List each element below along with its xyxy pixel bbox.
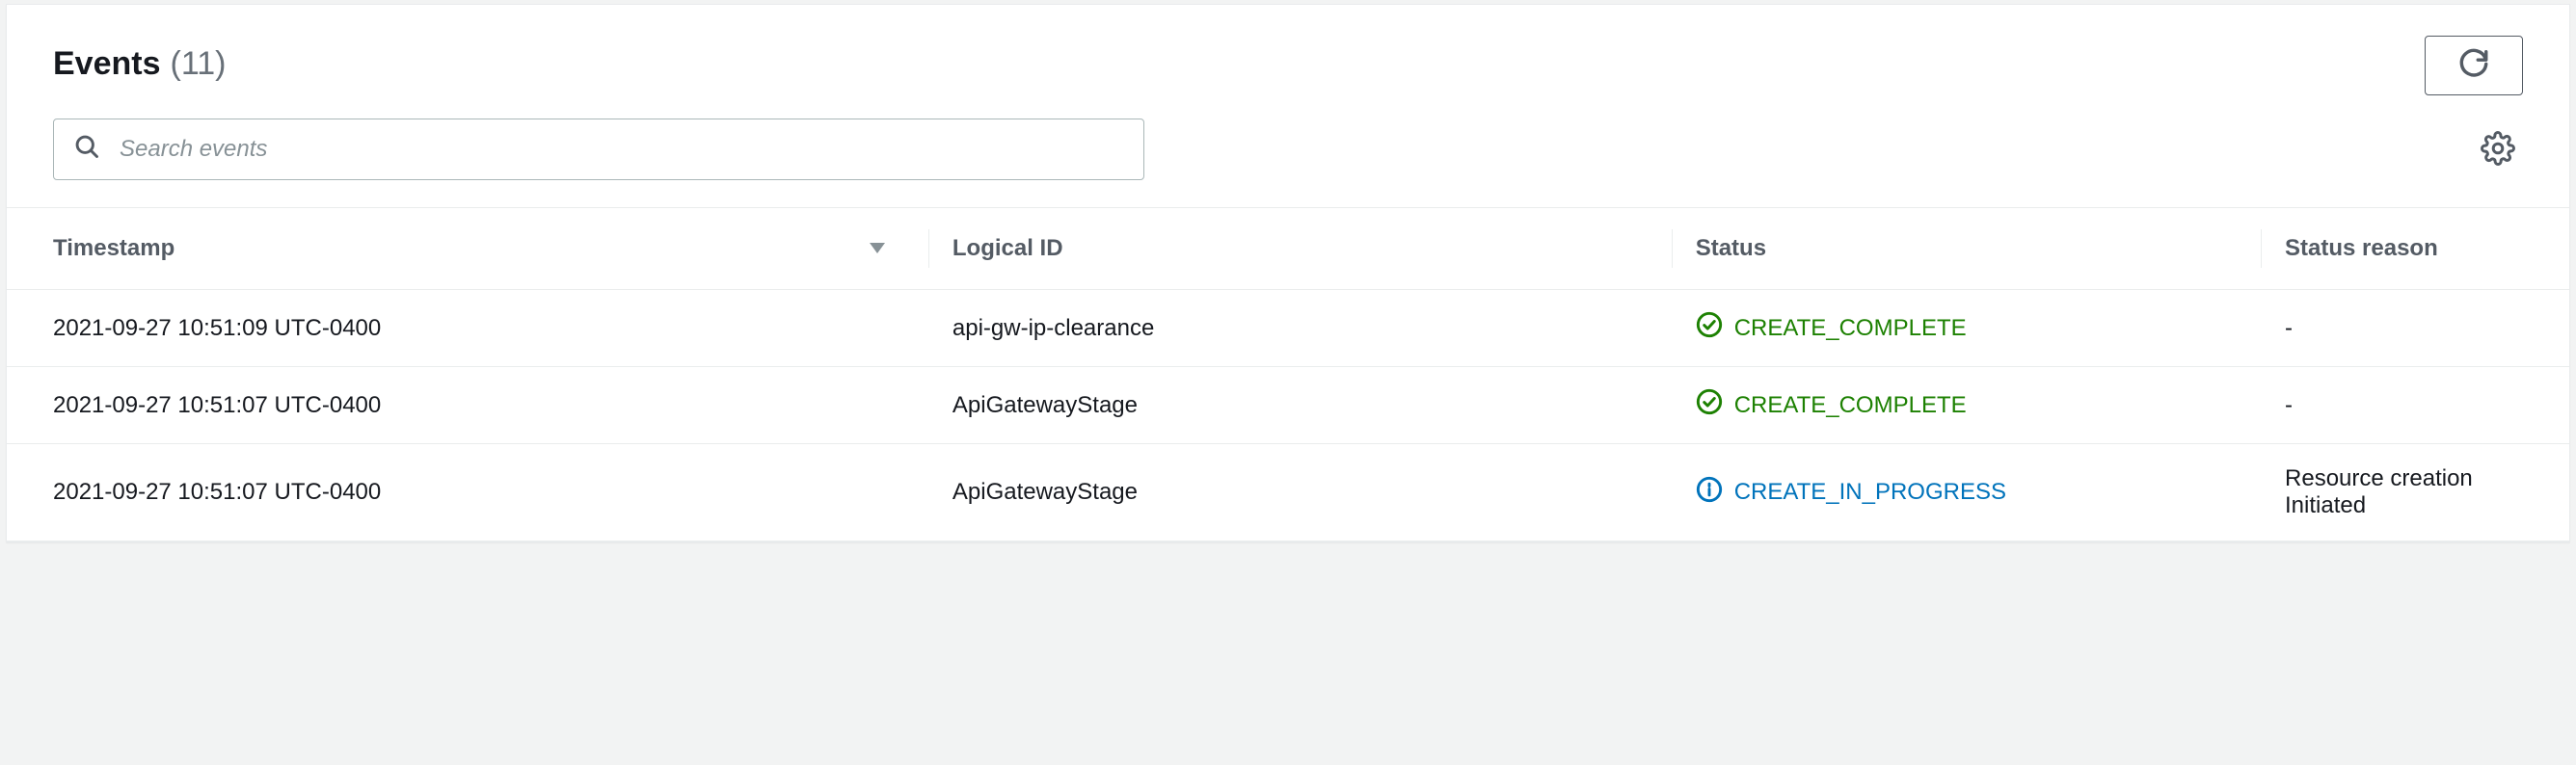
cell-status-reason: Resource creation Initiated (2262, 444, 2569, 541)
cell-timestamp: 2021-09-27 10:51:09 UTC-0400 (7, 290, 929, 367)
events-table: Timestamp Logical ID Status Status reaso… (7, 207, 2569, 541)
table-row[interactable]: 2021-09-27 10:51:07 UTC-0400ApiGatewaySt… (7, 367, 2569, 444)
status-text: CREATE_IN_PROGRESS (1734, 479, 2006, 506)
panel-header: Events (11) (7, 5, 2569, 119)
panel-title-row: Events (11) (53, 45, 226, 83)
cell-status: CREATE_COMPLETE (1673, 367, 2262, 444)
cell-status-reason: - (2262, 367, 2569, 444)
check-circle-icon (1696, 388, 1723, 422)
refresh-icon (2457, 46, 2490, 86)
search-input[interactable] (118, 135, 1124, 164)
settings-button[interactable] (2473, 123, 2523, 176)
cell-timestamp: 2021-09-27 10:51:07 UTC-0400 (7, 444, 929, 541)
cell-logical-id: api-gw-ip-clearance (929, 290, 1673, 367)
col-header-timestamp-label: Timestamp (53, 235, 174, 261)
cell-status: CREATE_COMPLETE (1673, 290, 2262, 367)
search-box[interactable] (53, 119, 1144, 180)
col-header-timestamp[interactable]: Timestamp (7, 208, 929, 290)
cell-status-reason: - (2262, 290, 2569, 367)
cell-status: CREATE_IN_PROGRESS (1673, 444, 2262, 541)
cell-timestamp: 2021-09-27 10:51:07 UTC-0400 (7, 367, 929, 444)
col-header-status-label: Status (1696, 235, 1766, 261)
search-icon (73, 133, 100, 167)
info-circle-icon (1696, 476, 1723, 510)
status-text: CREATE_COMPLETE (1734, 315, 1967, 342)
refresh-button[interactable] (2425, 36, 2523, 95)
sort-desc-icon (868, 235, 887, 262)
check-circle-icon (1696, 311, 1723, 345)
table-header-row: Timestamp Logical ID Status Status reaso… (7, 208, 2569, 290)
table-row[interactable]: 2021-09-27 10:51:09 UTC-0400api-gw-ip-cl… (7, 290, 2569, 367)
cell-logical-id: ApiGatewayStage (929, 444, 1673, 541)
col-header-status-reason[interactable]: Status reason (2262, 208, 2569, 290)
col-header-logical-id[interactable]: Logical ID (929, 208, 1673, 290)
table-row[interactable]: 2021-09-27 10:51:07 UTC-0400ApiGatewaySt… (7, 444, 2569, 541)
events-count: (11) (171, 45, 227, 83)
col-header-status[interactable]: Status (1673, 208, 2262, 290)
gear-icon (2481, 154, 2515, 169)
panel-title: Events (53, 45, 161, 83)
toolbar (7, 119, 2569, 207)
events-panel: Events (11) (6, 4, 2570, 542)
col-header-logical-id-label: Logical ID (953, 235, 1063, 261)
cell-logical-id: ApiGatewayStage (929, 367, 1673, 444)
col-header-status-reason-label: Status reason (2285, 235, 2438, 261)
status-text: CREATE_COMPLETE (1734, 392, 1967, 419)
events-table-body: 2021-09-27 10:51:09 UTC-0400api-gw-ip-cl… (7, 290, 2569, 541)
